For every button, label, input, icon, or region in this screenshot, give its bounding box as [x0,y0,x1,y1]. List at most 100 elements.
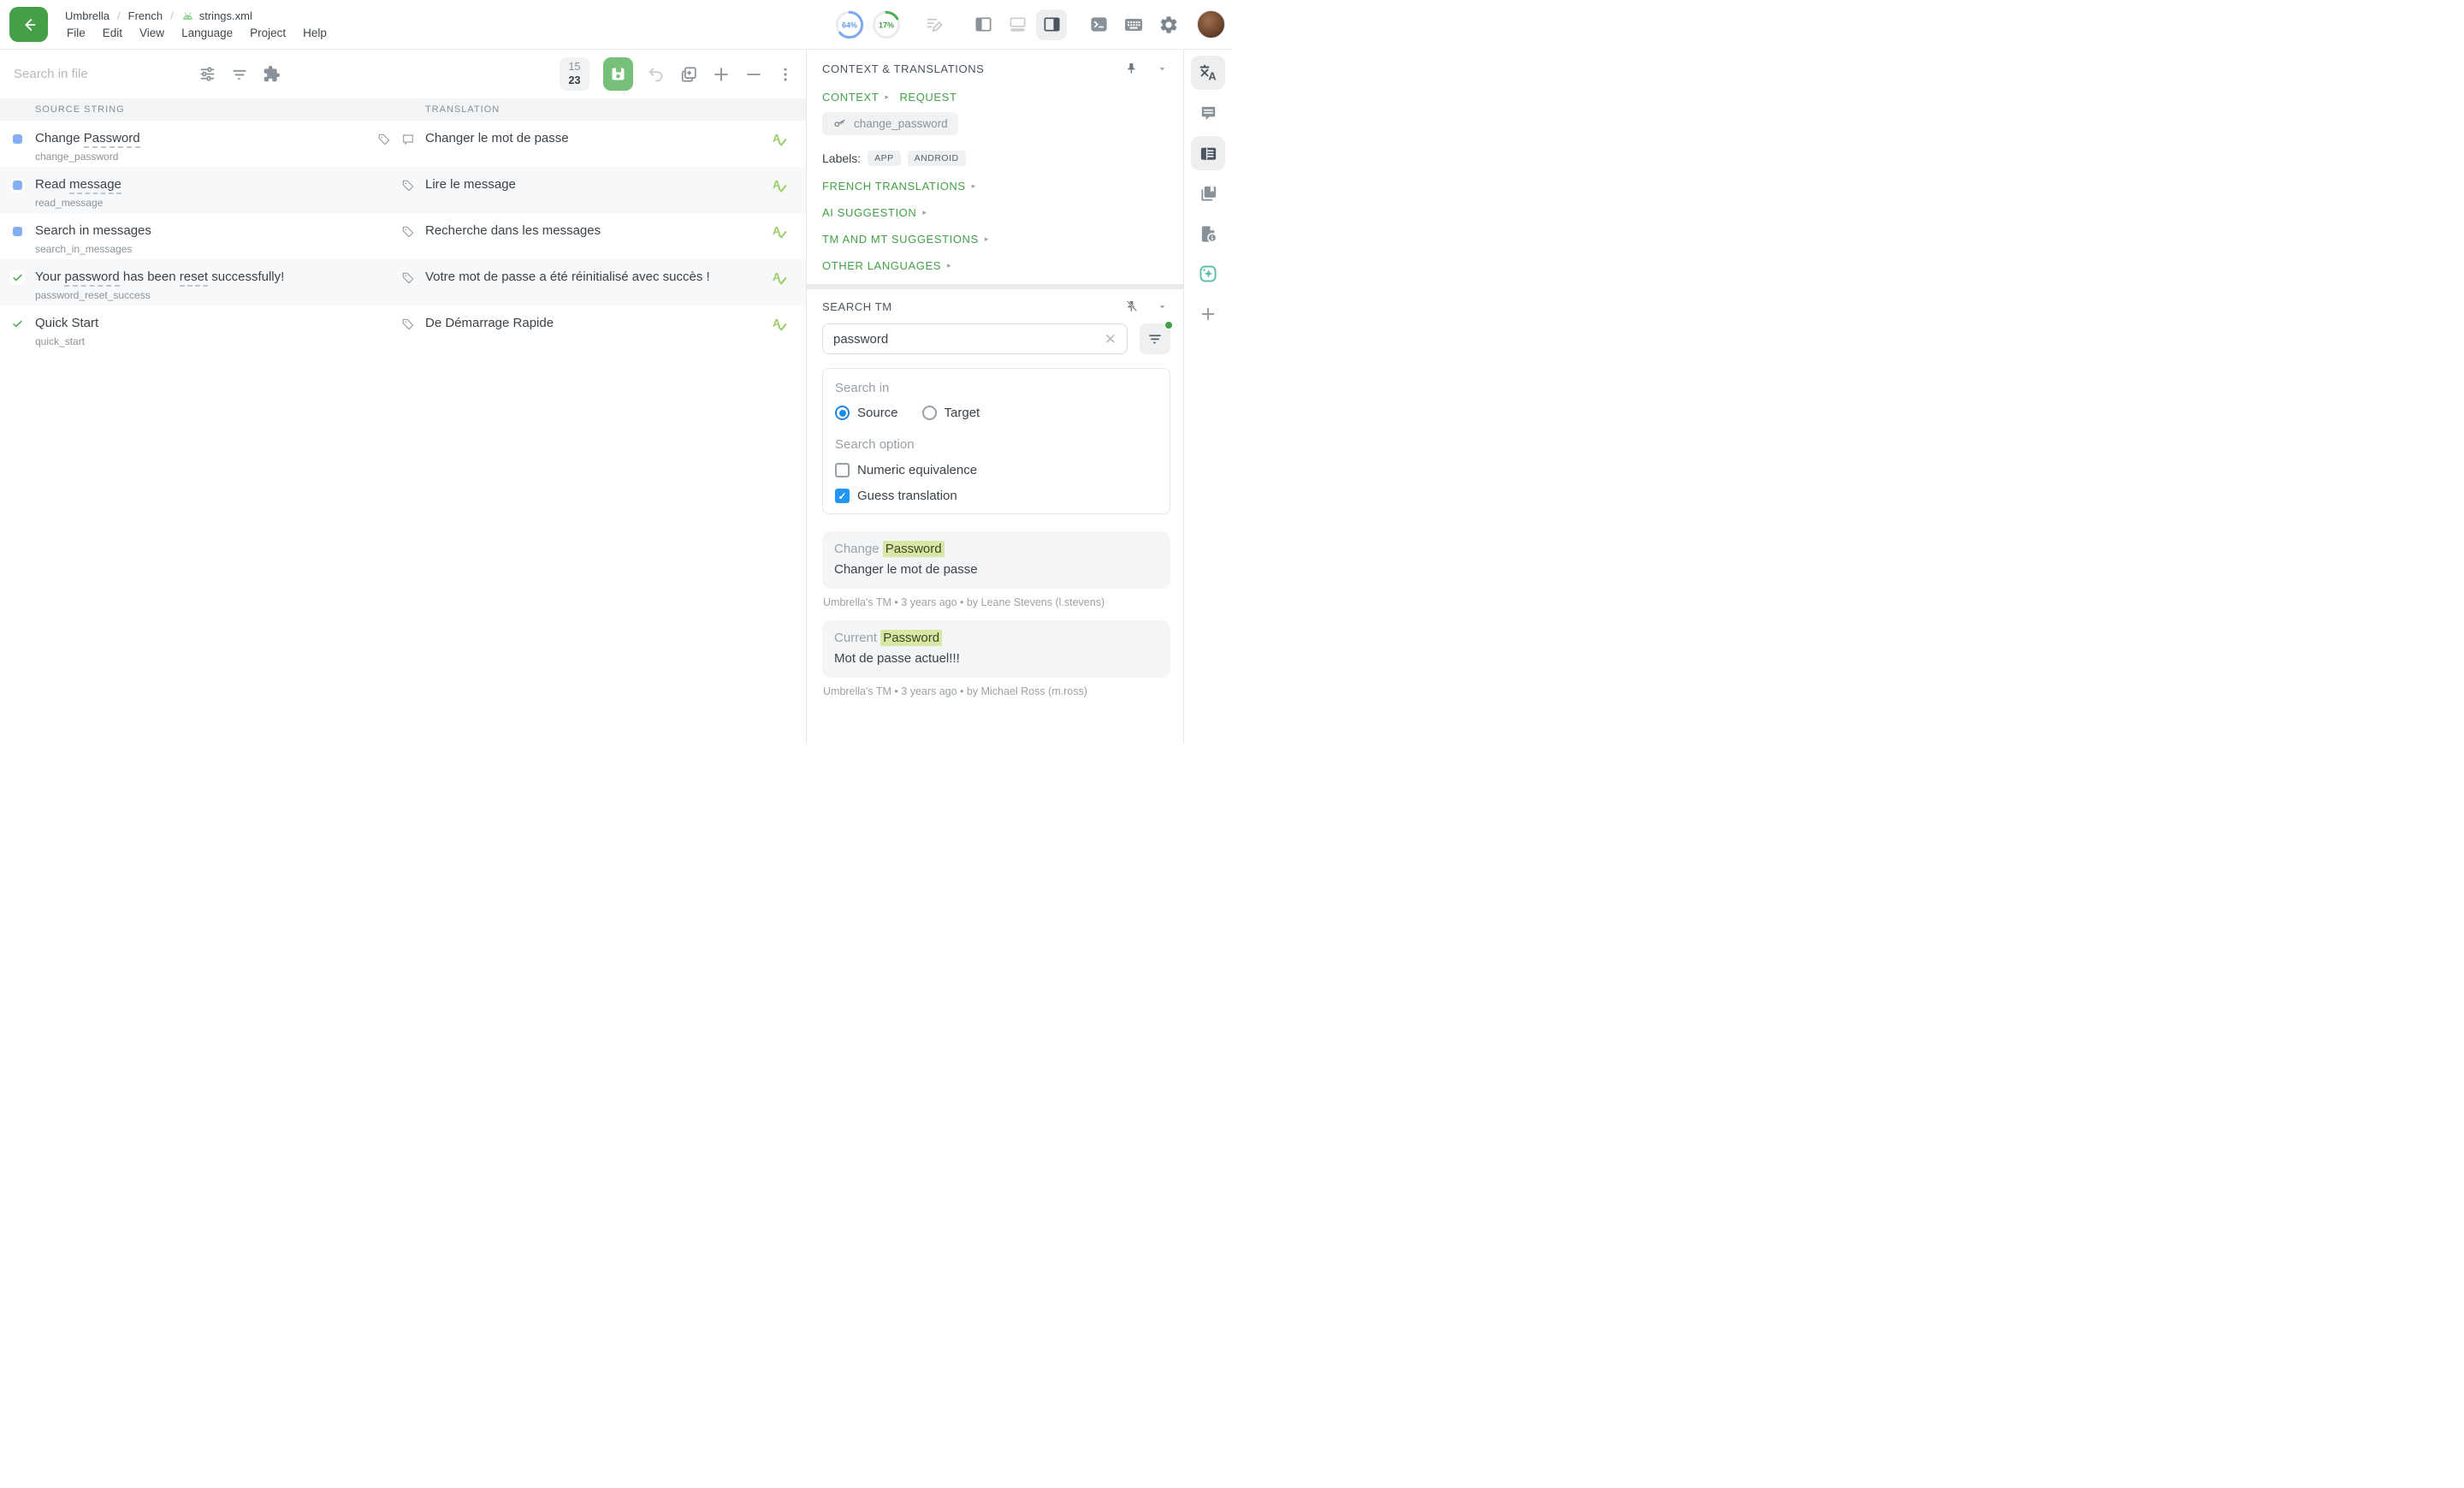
approved-progress-ring[interactable]: 17% [872,10,901,39]
tag-icon[interactable] [401,179,415,193]
spellcheck-icon[interactable]: A [753,167,806,213]
source-string: Change Password [35,131,355,145]
radio-source[interactable]: Source [835,406,898,420]
chevron-down-icon[interactable] [1158,302,1167,311]
string-key-chip[interactable]: change_password [822,112,958,135]
table-row[interactable]: Your password has been reset successfull… [0,259,806,305]
tm-search-input[interactable] [833,332,1103,347]
tune-filters-icon[interactable] [198,65,216,83]
menu-help[interactable]: Help [301,26,329,40]
chevron-right-icon: ▸ [972,181,976,191]
source-string: Your password has been reset successfull… [35,270,355,284]
section-french-translations[interactable]: FRENCH TRANSLATIONS▸ [822,180,1170,193]
add-panel-icon[interactable] [1191,297,1225,331]
string-key: password_reset_success [35,289,355,301]
radio-target[interactable]: Target [922,406,980,420]
draft-mode-icon[interactable] [920,10,949,39]
save-floppy-icon [609,65,627,83]
file-info-icon[interactable] [1191,216,1225,251]
translated-progress-ring[interactable]: 64% [835,10,864,39]
status-translated-icon [10,132,25,146]
checkbox-numeric-equivalence[interactable]: Numeric equivalence [835,463,1158,477]
duplicate-apply-icon[interactable] [679,65,698,84]
breadcrumb-project[interactable]: Umbrella [65,9,110,22]
tag-icon[interactable] [401,271,415,285]
translation-cell[interactable]: De Démarrage Rapide [415,305,753,352]
svg-text:64%: 64% [842,21,857,29]
source-string: Read message [35,177,355,192]
table-row[interactable]: Read message read_message Lire le messag… [0,167,806,213]
breadcrumb-file[interactable]: strings.xml [181,9,252,22]
ai-assistant-icon[interactable] [1191,257,1225,291]
menu-edit[interactable]: Edit [101,26,124,40]
translation-cell[interactable]: Recherche dans les messages [415,213,753,259]
search-in-file-input[interactable] [14,67,198,81]
translations-panel-icon[interactable]: A [1191,56,1225,90]
section-other-languages[interactable]: OTHER LANGUAGES▸ [822,259,1170,272]
layout-bottom-panel-button[interactable] [1002,9,1033,40]
right-icon-strip: A [1183,50,1232,744]
status-translated-icon [10,178,25,193]
layout-right-panel-button[interactable] [1036,9,1067,40]
filter-strings-icon[interactable] [231,66,248,83]
table-row[interactable]: Search in messages search_in_messages Re… [0,213,806,259]
tag-icon[interactable] [401,317,415,331]
unpin-icon[interactable] [1125,299,1139,313]
add-string-icon[interactable] [712,65,731,84]
label-chip[interactable]: APP [868,151,901,166]
translation-column-header: TRANSLATION [425,104,500,115]
layout-left-panel-button[interactable] [968,9,998,40]
labels-label: Labels: [822,151,861,165]
topbar: Umbrella / French / strings.xml File Edi… [0,0,1232,50]
tab-context[interactable]: CONTEXT▸ [822,91,889,104]
filter-active-dot [1164,321,1173,329]
spellcheck-icon[interactable]: A [753,213,806,259]
tm-result-card[interactable]: Change Password Changer le mot de passe [822,531,1170,589]
label-chip[interactable]: ANDROID [908,151,966,166]
chevron-right-icon: ▸ [985,234,989,244]
tag-icon[interactable] [401,225,415,239]
tab-request[interactable]: REQUEST [899,91,957,104]
clear-search-icon[interactable]: ✕ [1103,330,1118,348]
undo-icon[interactable] [647,65,666,84]
spellcheck-icon[interactable]: A [753,305,806,352]
breadcrumb-language[interactable]: French [128,9,163,22]
tag-icon[interactable] [377,133,391,146]
keyboard-shortcuts-icon[interactable] [1119,10,1148,39]
tm-result-source: Current Password [834,631,1158,645]
menu-file[interactable]: File [65,26,87,40]
tm-filter-button[interactable] [1140,323,1170,354]
tm-result-card[interactable]: Current Password Mot de passe actuel!!! [822,620,1170,678]
table-row[interactable]: Quick Start quick_start De Démarrage Rap… [0,305,806,352]
breadcrumb-separator: / [170,9,174,22]
menu-view[interactable]: View [138,26,166,40]
back-button[interactable] [9,7,48,42]
plugins-puzzle-icon[interactable] [263,65,281,83]
chevron-down-icon[interactable] [1158,64,1167,74]
spellcheck-icon[interactable]: A [753,259,806,305]
spellcheck-icon[interactable]: A [753,121,806,167]
context-sidebar-icon[interactable] [1191,136,1225,170]
gear-icon[interactable] [1154,10,1183,39]
comment-icon[interactable] [401,133,415,146]
translation-cell[interactable]: Changer le mot de passe [415,121,753,167]
comments-panel-icon[interactable] [1191,96,1225,130]
section-tm-mt-suggestions[interactable]: TM AND MT SUGGESTIONS▸ [822,233,1170,246]
table-row[interactable]: Change Password change_password Changer … [0,121,806,167]
menu-language[interactable]: Language [180,26,234,40]
translation-cell[interactable]: Lire le message [415,167,753,213]
remove-string-icon[interactable] [744,65,763,84]
glossary-book-icon[interactable] [1191,176,1225,210]
save-button[interactable] [603,57,633,91]
search-option-label: Search option [835,437,1158,452]
more-options-icon[interactable] [777,66,794,83]
menu-project[interactable]: Project [248,26,287,40]
section-ai-suggestion[interactable]: AI SUGGESTION▸ [822,206,1170,219]
translation-cell[interactable]: Votre mot de passe a été réinitialisé av… [415,259,753,305]
android-icon [181,11,194,21]
avatar[interactable] [1197,10,1225,39]
breadcrumb: Umbrella / French / strings.xml [65,9,329,22]
pin-icon[interactable] [1125,62,1139,75]
console-icon[interactable] [1084,10,1113,39]
checkbox-guess-translation[interactable]: Guess translation [835,489,1158,503]
